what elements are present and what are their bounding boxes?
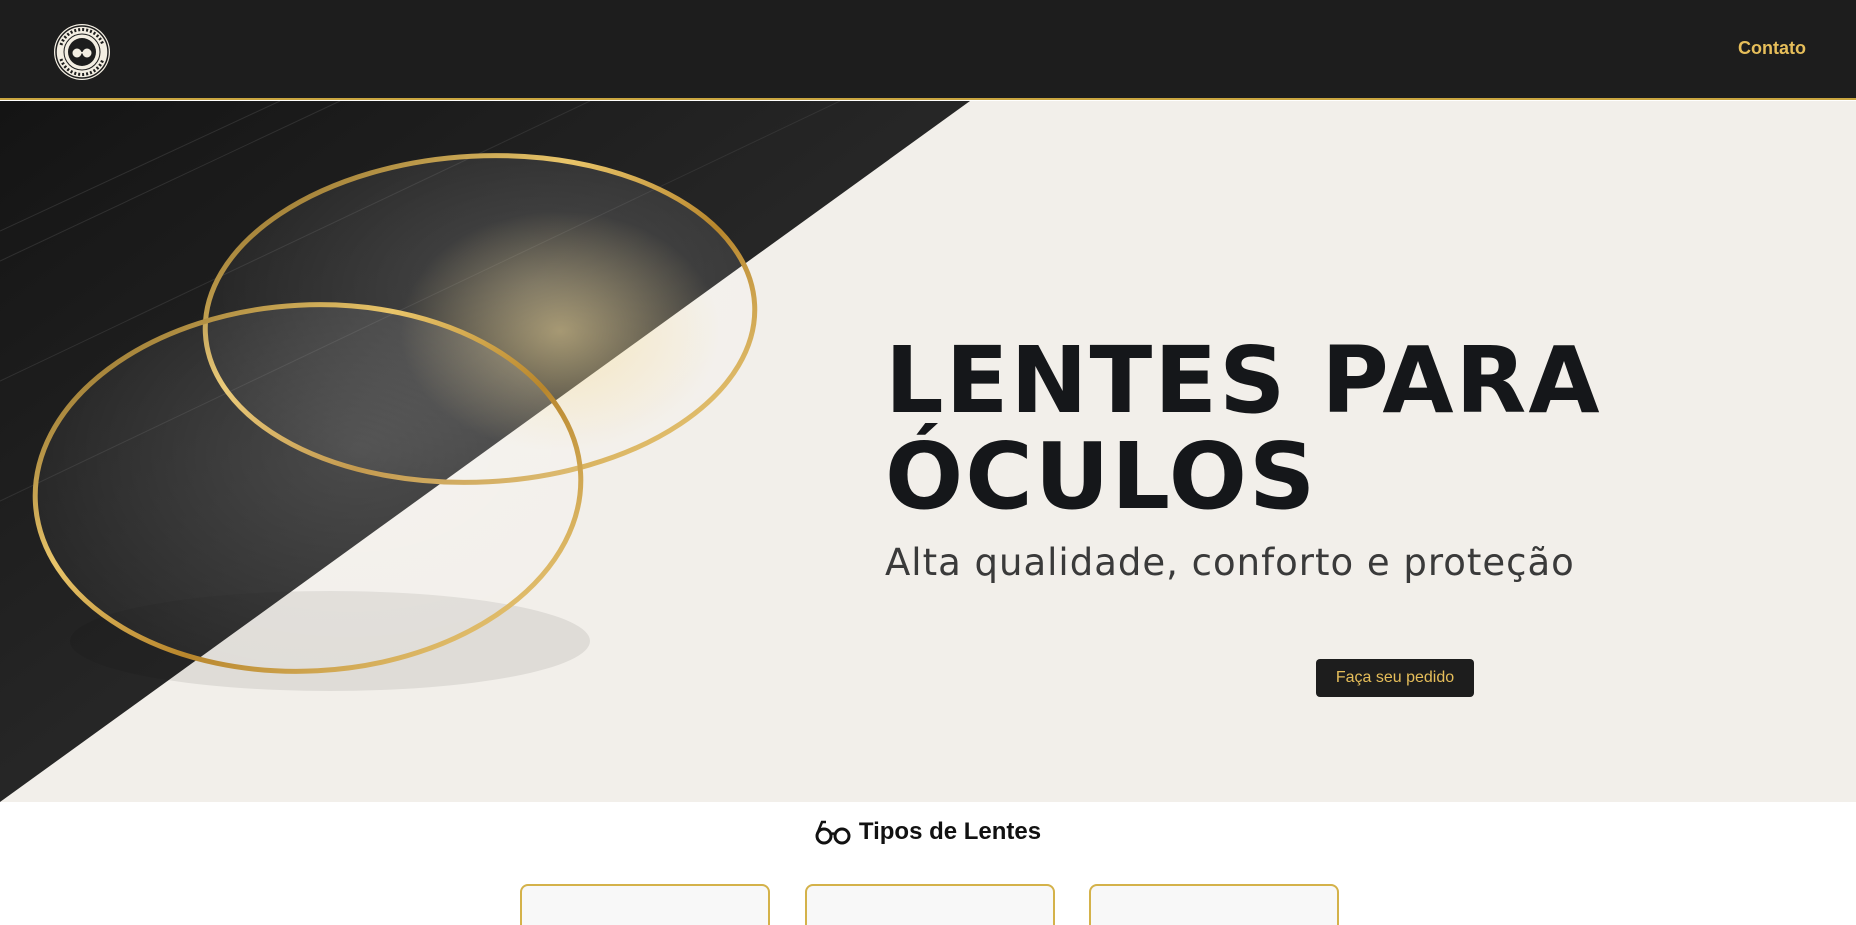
hero-title-line-1: LENTES PARA [885, 327, 1602, 434]
order-button[interactable]: Faça seu pedido [1316, 659, 1474, 697]
glasses-icon [815, 820, 851, 845]
section-title-text: Tipos de Lentes [858, 818, 1042, 845]
lens-type-card[interactable] [1089, 884, 1339, 925]
lens-type-card[interactable] [520, 884, 770, 925]
brand-logo[interactable] [53, 23, 111, 81]
lens-types-heading: Tipos de Lentes [0, 818, 1856, 846]
hero-banner: LENTES PARA ÓCULOS Alta qualidade, confo… [0, 101, 1856, 802]
hero-title: LENTES PARA ÓCULOS [885, 333, 1602, 525]
page: Contato LENTES PARA ÓCULOS Alta qualidad… [0, 0, 1856, 925]
hero-subtitle: Alta qualidade, conforto e proteção [885, 541, 1575, 584]
hero-title-line-2: ÓCULOS [885, 423, 1318, 530]
site-header: Contato [0, 0, 1856, 100]
nav-link-contato[interactable]: Contato [1738, 38, 1806, 59]
brand-logo-icon [54, 24, 110, 80]
lens-type-card[interactable] [805, 884, 1055, 925]
